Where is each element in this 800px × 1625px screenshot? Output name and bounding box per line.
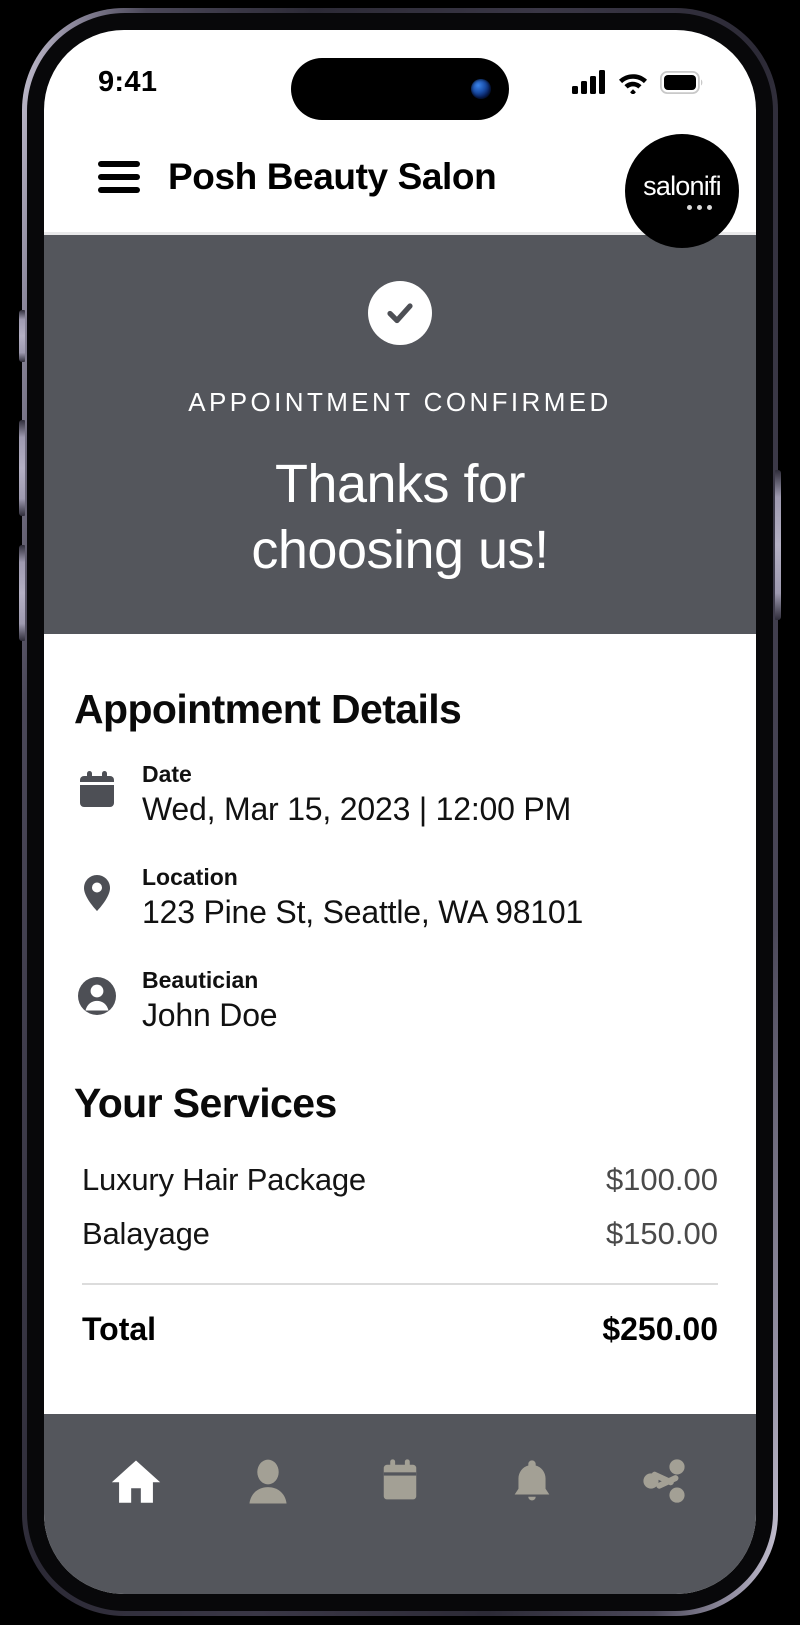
bottom-navigation-bar	[44, 1414, 756, 1594]
wifi-icon	[619, 74, 647, 94]
volume-down-button[interactable]	[19, 545, 25, 641]
service-name: Balayage	[82, 1215, 210, 1251]
service-price: $150.00	[605, 1215, 718, 1251]
brand-dots-icon	[686, 204, 712, 210]
power-button[interactable]	[775, 470, 781, 620]
nav-item-share[interactable]	[628, 1448, 700, 1514]
phone-screen: 9:41 Posh Beauty Salon salonifi APPOINTM…	[44, 30, 756, 1594]
nav-item-profile[interactable]	[232, 1448, 304, 1514]
detail-value: John Doe	[142, 996, 278, 1033]
status-time: 9:41	[98, 65, 158, 98]
service-name: Luxury Hair Package	[82, 1161, 366, 1197]
detail-value: Wed, Mar 15, 2023 | 12:00 PM	[142, 790, 572, 827]
hamburger-menu-icon[interactable]	[98, 161, 140, 193]
dynamic-island	[291, 58, 509, 120]
page-title: Posh Beauty Salon	[168, 156, 497, 197]
status-indicators	[572, 58, 704, 94]
person-icon	[74, 973, 120, 1019]
nav-item-appointments[interactable]	[364, 1448, 436, 1514]
detail-label: Beautician	[142, 966, 259, 993]
cellular-signal-icon	[572, 70, 605, 94]
detail-label: Location	[142, 863, 238, 890]
main-content: Appointment Details Date Wed, Mar 15, 20…	[44, 633, 756, 1348]
appointment-details-heading: Appointment Details	[74, 685, 462, 732]
detail-row-date: Date Wed, Mar 15, 2023 | 12:00 PM	[74, 761, 726, 828]
battery-icon	[660, 70, 703, 94]
total-price: $250.00	[602, 1310, 718, 1347]
map-pin-icon	[74, 870, 120, 916]
front-camera-icon	[471, 79, 491, 99]
detail-label: Date	[142, 760, 192, 787]
confirmation-title-line2: choosing us!	[251, 519, 549, 580]
confirmation-hero: APPOINTMENT CONFIRMED Thanks for choosin…	[44, 232, 756, 634]
screenshot-stage: 9:41 Posh Beauty Salon salonifi APPOINTM…	[0, 0, 800, 1625]
total-label: Total	[82, 1310, 157, 1347]
detail-value: 123 Pine St, Seattle, WA 98101	[142, 893, 584, 930]
calendar-icon	[383, 1459, 417, 1500]
service-row: Luxury Hair Package $100.00	[74, 1153, 726, 1207]
silent-switch-button[interactable]	[19, 310, 25, 362]
person-icon	[249, 1459, 287, 1504]
total-row: Total $250.00	[74, 1285, 726, 1348]
volume-up-button[interactable]	[19, 420, 25, 516]
brand-logo-badge[interactable]: salonifi	[625, 134, 739, 248]
confirmation-title-line1: Thanks for	[274, 454, 526, 514]
app-header: Posh Beauty Salon salonifi	[44, 122, 756, 248]
confirmation-eyebrow: APPOINTMENT CONFIRMED	[188, 387, 612, 417]
brand-name: salonifi	[643, 170, 721, 201]
service-row: Balayage $150.00	[74, 1207, 726, 1261]
status-bar: 9:41	[44, 30, 756, 122]
share-icon	[643, 1459, 685, 1503]
home-icon	[111, 1460, 161, 1503]
calendar-icon	[74, 767, 120, 813]
detail-row-beautician: Beautician John Doe	[74, 967, 726, 1034]
detail-row-location: Location 123 Pine St, Seattle, WA 98101	[74, 864, 726, 931]
bell-icon	[514, 1460, 550, 1501]
nav-item-notifications[interactable]	[496, 1448, 568, 1514]
confirmation-title: Thanks for choosing us!	[84, 452, 716, 584]
your-services-heading: Your Services	[74, 1079, 337, 1126]
check-circle-icon	[368, 281, 432, 345]
service-price: $100.00	[605, 1161, 718, 1197]
nav-item-home[interactable]	[100, 1448, 172, 1514]
